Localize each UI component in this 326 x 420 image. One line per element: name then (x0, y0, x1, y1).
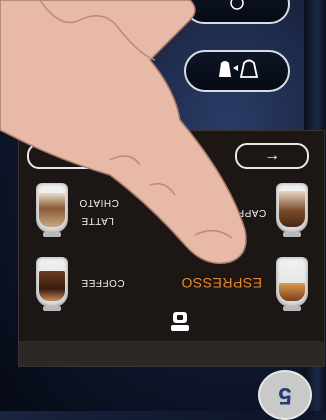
step-number-badge: 5 (258, 370, 312, 420)
power-ring-icon (229, 0, 245, 16)
cappuccino-label[interactable]: CAPP (237, 207, 266, 218)
arrow-left-icon: ← (56, 147, 72, 164)
page-dot-1 (169, 149, 176, 156)
latte-macchiato-label-line1[interactable]: CHIATO (79, 197, 119, 208)
page-indicator (169, 149, 191, 156)
top-hardware-button[interactable] (184, 0, 290, 24)
next-page-button[interactable]: → (235, 143, 309, 169)
coffee-cup-icon[interactable] (33, 257, 71, 311)
espresso-label[interactable]: ESPRESSO (181, 275, 262, 291)
latte-macchiato-cup-icon[interactable] (33, 183, 71, 237)
coffee-machine-icon (169, 309, 191, 333)
touchscreen: ← → CHIATO LATTE COFFEE CAPP ESPRESSO (18, 130, 325, 367)
screen-footer-bar (19, 341, 324, 366)
espresso-cup-icon[interactable] (273, 257, 311, 311)
coffee-label[interactable]: COFFEE (81, 277, 125, 288)
page-dot-2 (184, 149, 191, 156)
latte-macchiato-label-line2[interactable]: LATTE (81, 215, 114, 226)
arrow-right-icon: → (264, 147, 280, 164)
cup-size-icon (212, 57, 262, 85)
left-hardware-button[interactable] (100, 50, 154, 92)
previous-page-button[interactable]: ← (27, 143, 101, 169)
cappuccino-cup-icon[interactable] (273, 183, 311, 237)
cup-size-button[interactable] (184, 50, 290, 92)
